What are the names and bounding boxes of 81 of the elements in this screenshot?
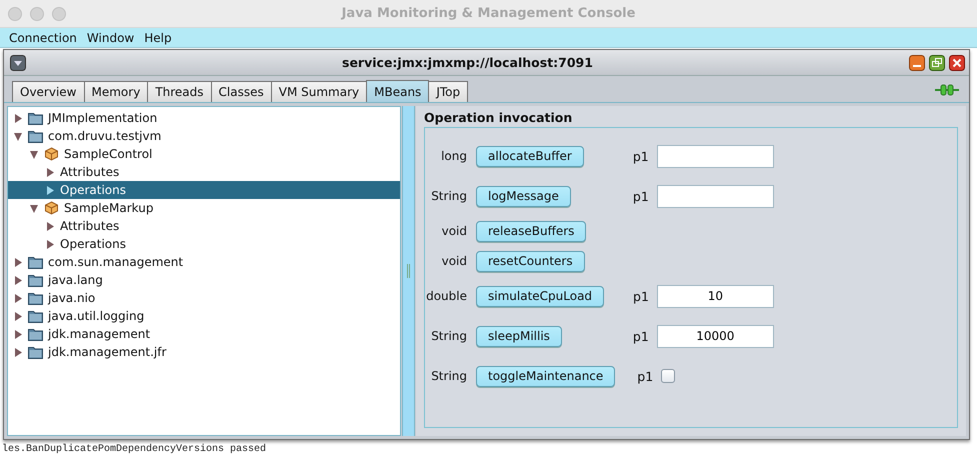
minimize-button[interactable] [909, 54, 925, 70]
param-label: p1 [632, 328, 649, 344]
expand-arrow-icon[interactable] [46, 168, 54, 176]
tab[interactable]: MBeans [366, 80, 430, 102]
tree-item[interactable]: SampleControl [8, 145, 400, 163]
param-label: p1 [637, 368, 654, 384]
tree-item[interactable]: SampleMarkup [8, 199, 400, 217]
tree-item[interactable]: java.util.logging [8, 307, 400, 325]
param-label: p1 [632, 148, 649, 164]
tree-item[interactable]: JMImplementation [8, 109, 400, 127]
folder-icon [28, 273, 43, 287]
collapse-arrow-icon[interactable] [14, 132, 22, 140]
tree-item[interactable]: Operations [8, 235, 400, 253]
tree-item[interactable]: java.nio [8, 289, 400, 307]
folder-icon [28, 291, 43, 305]
param-input[interactable]: 10000 [656, 324, 774, 348]
tree-item[interactable]: jdk.management [8, 325, 400, 343]
operation-button[interactable]: resetCounters [476, 250, 585, 272]
return-type: String [430, 189, 467, 203]
cube-icon [44, 147, 59, 161]
tab[interactable]: Memory [84, 81, 148, 102]
operation-button[interactable]: allocateBuffer [476, 146, 584, 166]
tab[interactable]: JTop [428, 81, 468, 102]
expand-arrow-icon[interactable] [14, 258, 22, 266]
folder-icon [28, 255, 43, 269]
collapse-arrow-icon[interactable] [30, 150, 38, 158]
expand-arrow-icon[interactable] [14, 114, 22, 122]
return-type: void [440, 224, 467, 238]
operation-button[interactable]: toggleMaintenance [476, 366, 616, 386]
tree-item[interactable]: Attributes [8, 163, 400, 181]
operation-button[interactable]: releaseBuffers [476, 220, 586, 242]
expand-arrow-icon[interactable] [46, 240, 54, 248]
return-type: String [430, 369, 467, 383]
window-title: Java Monitoring & Management Console [342, 6, 636, 21]
return-type: long [440, 149, 467, 163]
close-button[interactable] [949, 54, 965, 70]
tree-item[interactable]: com.sun.management [8, 253, 400, 271]
folder-icon [28, 345, 43, 359]
tree-item[interactable]: Operations [8, 181, 400, 199]
tab[interactable]: Overview [12, 81, 84, 102]
tree-item[interactable]: Attributes [8, 217, 400, 235]
expand-arrow-icon[interactable] [14, 312, 22, 320]
frame-menu-button[interactable] [10, 54, 26, 70]
param-input[interactable] [656, 144, 774, 168]
tree-item[interactable]: java.lang [8, 271, 400, 289]
tab[interactable]: Classes [210, 81, 272, 102]
restore-button[interactable] [929, 54, 945, 70]
folder-icon [28, 309, 43, 323]
expand-arrow-icon[interactable] [14, 294, 22, 302]
plug-icon[interactable] [935, 84, 959, 96]
param-input[interactable] [656, 184, 774, 208]
param-input[interactable]: 10 [656, 284, 774, 308]
param-checkbox[interactable] [661, 369, 676, 383]
menu-item[interactable]: Help [141, 30, 175, 44]
folder-icon [28, 129, 43, 143]
frame-title: service:jmx:jmxmp://localhost:7091 [342, 55, 593, 70]
operation-button[interactable]: sleepMillis [476, 326, 562, 346]
expand-arrow-icon[interactable] [14, 348, 22, 356]
return-type: void [440, 254, 467, 268]
operation-button[interactable]: logMessage [476, 186, 571, 206]
param-label: p1 [633, 288, 649, 304]
tree-item[interactable]: com.druvu.testjvm [8, 127, 400, 145]
collapse-arrow-icon[interactable] [30, 204, 38, 212]
tree-item[interactable]: jdk.management.jfr [8, 343, 400, 361]
cube-icon [44, 201, 59, 215]
menu-item[interactable]: Connection [6, 30, 80, 44]
menu-item[interactable]: Window [84, 30, 138, 44]
panel-title: Operation invocation [424, 110, 572, 127]
expand-arrow-icon[interactable] [46, 222, 54, 230]
terminal-text: les.BanDuplicatePomDependencyVersions passed [2, 444, 266, 455]
tab[interactable]: VM Summary [270, 81, 368, 102]
return-type: double [425, 289, 467, 303]
folder-icon [28, 327, 43, 341]
param-label: p1 [632, 188, 649, 204]
return-type: String [430, 329, 467, 343]
operation-button[interactable]: simulateCpuLoad [476, 286, 604, 306]
tab[interactable]: Threads [147, 81, 212, 102]
expand-arrow-icon[interactable] [14, 276, 22, 284]
expand-arrow-icon[interactable] [14, 330, 22, 338]
folder-icon [28, 111, 43, 125]
expand-arrow-icon[interactable] [46, 186, 54, 194]
